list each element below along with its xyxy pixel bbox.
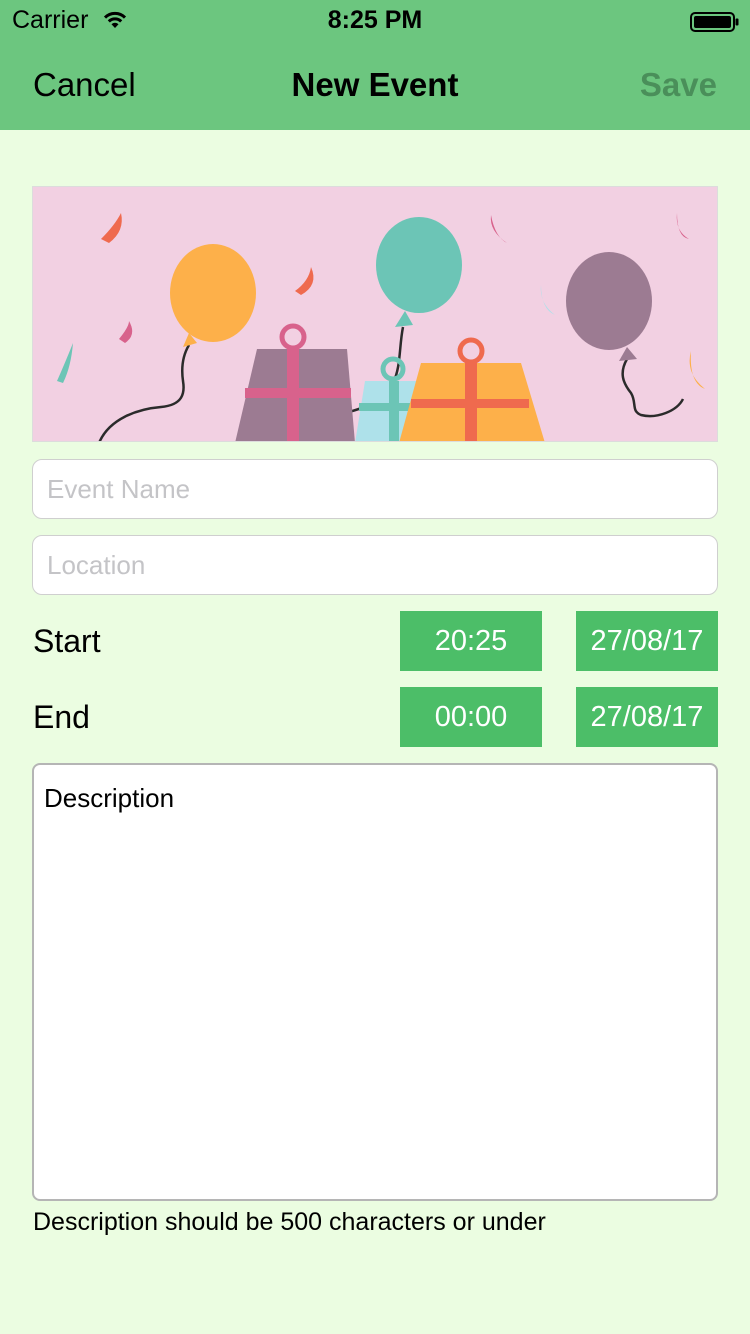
battery-icon <box>690 12 740 32</box>
status-time: 8:25 PM <box>327 6 423 34</box>
status-bar: Carrier 8:25 PM <box>0 0 750 40</box>
save-button[interactable]: Save <box>640 66 717 104</box>
event-banner-image <box>32 186 718 442</box>
end-date-button[interactable]: 27/08/17 <box>576 687 718 747</box>
start-date-button[interactable]: 27/08/17 <box>576 611 718 671</box>
location-input[interactable] <box>32 535 718 595</box>
cancel-button[interactable]: Cancel <box>33 66 136 104</box>
description-helper-text: Description should be 500 characters or … <box>33 1208 546 1236</box>
event-name-input[interactable] <box>32 459 718 519</box>
description-textarea[interactable]: Description <box>32 763 718 1201</box>
start-time-button[interactable]: 20:25 <box>400 611 542 671</box>
navigation-header: Carrier 8:25 PM Cancel New Event Save <box>0 0 750 130</box>
start-label: Start <box>33 623 101 659</box>
end-label: End <box>33 699 90 735</box>
end-time-button[interactable]: 00:00 <box>400 687 542 747</box>
